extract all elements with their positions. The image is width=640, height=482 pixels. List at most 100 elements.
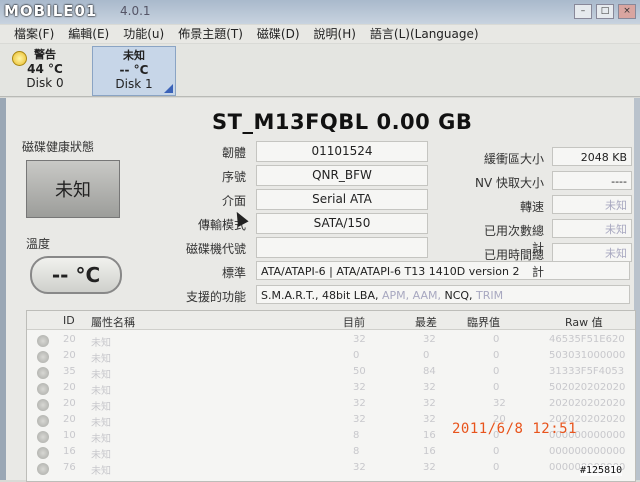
column-header-raw[interactable]: Raw 值 [565,314,603,330]
cell-id: 20 [63,398,76,409]
menu-language[interactable]: 語言(L)(Language) [370,25,479,43]
menu-edit[interactable]: 編輯(E) [68,25,109,43]
disk-model-title: ST_M13FQBL 0.00 GB [212,110,473,134]
selected-corner-icon [164,84,173,93]
drive-letter-label: 磁碟機代號 [185,242,246,256]
table-row[interactable]: 20 未知 32 32 0 46535F51E620 [27,333,635,349]
menu-function[interactable]: 功能(u) [123,25,164,43]
table-row[interactable]: 20 未知 32 32 0 502020202020 [27,381,635,397]
temperature-label: 溫度 [26,237,51,251]
features-value: S.M.A.R.T., 48bit LBA, APM, AAM, NCQ, TR… [256,285,630,304]
menu-disk[interactable]: 磁碟(D) [257,25,300,43]
photo-timestamp: 2011/6/8 12:51 [452,421,578,437]
health-status-button[interactable]: 未知 [26,160,120,218]
cell-raw: 31333F5F4053 [549,366,625,377]
serial-label: 序號 [221,170,246,184]
cell-raw: 502020202020 [549,382,626,393]
standard-value: ATA/ATAPI-6 | ATA/ATAPI-6 T13 1410D vers… [256,261,630,280]
column-header-attribute[interactable]: 屬性名稱 [91,314,135,330]
cell-id: 35 [63,366,76,377]
cell-current: 32 [353,382,366,393]
power-on-hours-label: 已用時間總計 [483,248,544,279]
feature-unsupported: APM, AAM, [381,289,445,302]
rotation-value: 未知 [552,195,632,214]
cell-worst: 32 [423,398,436,409]
interface-label: 介面 [221,194,246,208]
buffer-size-label: 緩衝區大小 [483,152,544,166]
buffer-size-value: 2048 KB [552,147,632,166]
status-dot-icon [37,415,49,427]
column-header-current[interactable]: 目前 [343,314,365,330]
cell-worst: 32 [423,414,436,425]
column-header-id[interactable]: ID [63,314,75,327]
firmware-value: 01101524 [256,141,428,162]
cell-raw: 202020202020 [549,398,626,409]
transfer-mode-value: SATA/150 [256,213,428,234]
menu-theme[interactable]: 佈景主題(T) [178,25,243,43]
close-button[interactable]: × [618,4,636,19]
serial-value: QNR_BFW [256,165,428,186]
cell-current: 0 [353,350,360,361]
disk-status: 未知 [123,49,145,62]
cell-id: 16 [63,446,76,457]
window-controls: – □ × [574,4,636,19]
cell-attribute: 未知 [91,418,111,429]
cell-threshold: 0 [493,334,500,345]
drive-letter-value [256,237,428,258]
table-row[interactable]: 35 未知 50 84 0 31333F5F4053 [27,365,635,381]
cell-raw: 46535F51E620 [549,334,625,345]
temperature-display: -- °C [30,256,122,294]
disk-0-tab[interactable]: 警告 44 °C Disk 0 [4,46,86,94]
column-header-worst[interactable]: 最差 [415,314,437,330]
disk-temp: -- °C [119,63,149,77]
menu-help[interactable]: 說明(H) [314,25,356,43]
feature-supported: NCQ, [444,289,477,302]
table-row[interactable]: 20 未知 32 32 32 202020202020 [27,397,635,413]
power-on-count-value: 未知 [552,219,632,238]
cell-worst: 32 [423,462,436,473]
table-header: ID 屬性名稱 目前 最差 臨界值 Raw 值 [27,311,635,330]
status-dot-icon [37,383,49,395]
table-row[interactable]: 76未知32320000000000000 [27,461,635,477]
cell-attribute: 未知 [91,386,111,397]
photo-id-label: #125810 [580,465,623,476]
cell-attribute: 未知 [91,402,111,413]
interface-value: Serial ATA [256,189,428,210]
window-title: 4.0.1 [120,4,151,18]
power-on-hours-value: 未知 [552,243,632,262]
disk-1-tab[interactable]: 未知 -- °C Disk 1 [92,46,176,96]
cell-current: 32 [353,462,366,473]
health-label: 磁碟健康狀態 [22,140,95,154]
cell-current: 50 [353,366,366,377]
minimize-button[interactable]: – [574,4,592,19]
status-dot-icon [37,399,49,411]
cell-id: 20 [63,382,76,393]
cell-raw: 000000000000 [549,446,626,457]
table-row[interactable]: 16 未知 8 16 0 000000000000 [27,445,635,461]
status-dot-icon [37,431,49,443]
cell-threshold: 0 [493,382,500,393]
cell-threshold: 0 [493,350,500,361]
cell-attribute: 未知 [91,354,111,365]
cell-worst: 84 [423,366,436,377]
cell-worst: 32 [423,334,436,345]
smart-attribute-table[interactable]: ID 屬性名稱 目前 最差 臨界值 Raw 值 20 未知 32 32 0 46535F5… [26,310,636,482]
column-header-threshold[interactable]: 臨界值 [467,314,500,330]
cell-threshold: 32 [493,398,506,409]
nv-cache-value: ---- [552,171,632,190]
warning-status-icon [12,51,27,66]
menu-file[interactable]: 檔案(F) [14,25,54,43]
cell-attribute: 未知 [91,466,111,477]
cell-raw: 503031000000 [549,350,626,361]
watermark-logo: MOBILE01 [4,2,98,20]
status-dot-icon [37,367,49,379]
cell-id: 10 [63,430,76,441]
cell-threshold: 0 [493,446,500,457]
cell-attribute: 未知 [91,370,111,381]
status-dot-icon [37,447,49,459]
disk-selector-bar: 警告 44 °C Disk 0 未知 -- °C Disk 1 [0,44,640,97]
table-row[interactable]: 20 未知 0 0 0 503031000000 [27,349,635,365]
feature-unsupported: TRIM [476,289,504,302]
firmware-label: 韌體 [221,146,246,160]
maximize-button[interactable]: □ [596,4,614,19]
